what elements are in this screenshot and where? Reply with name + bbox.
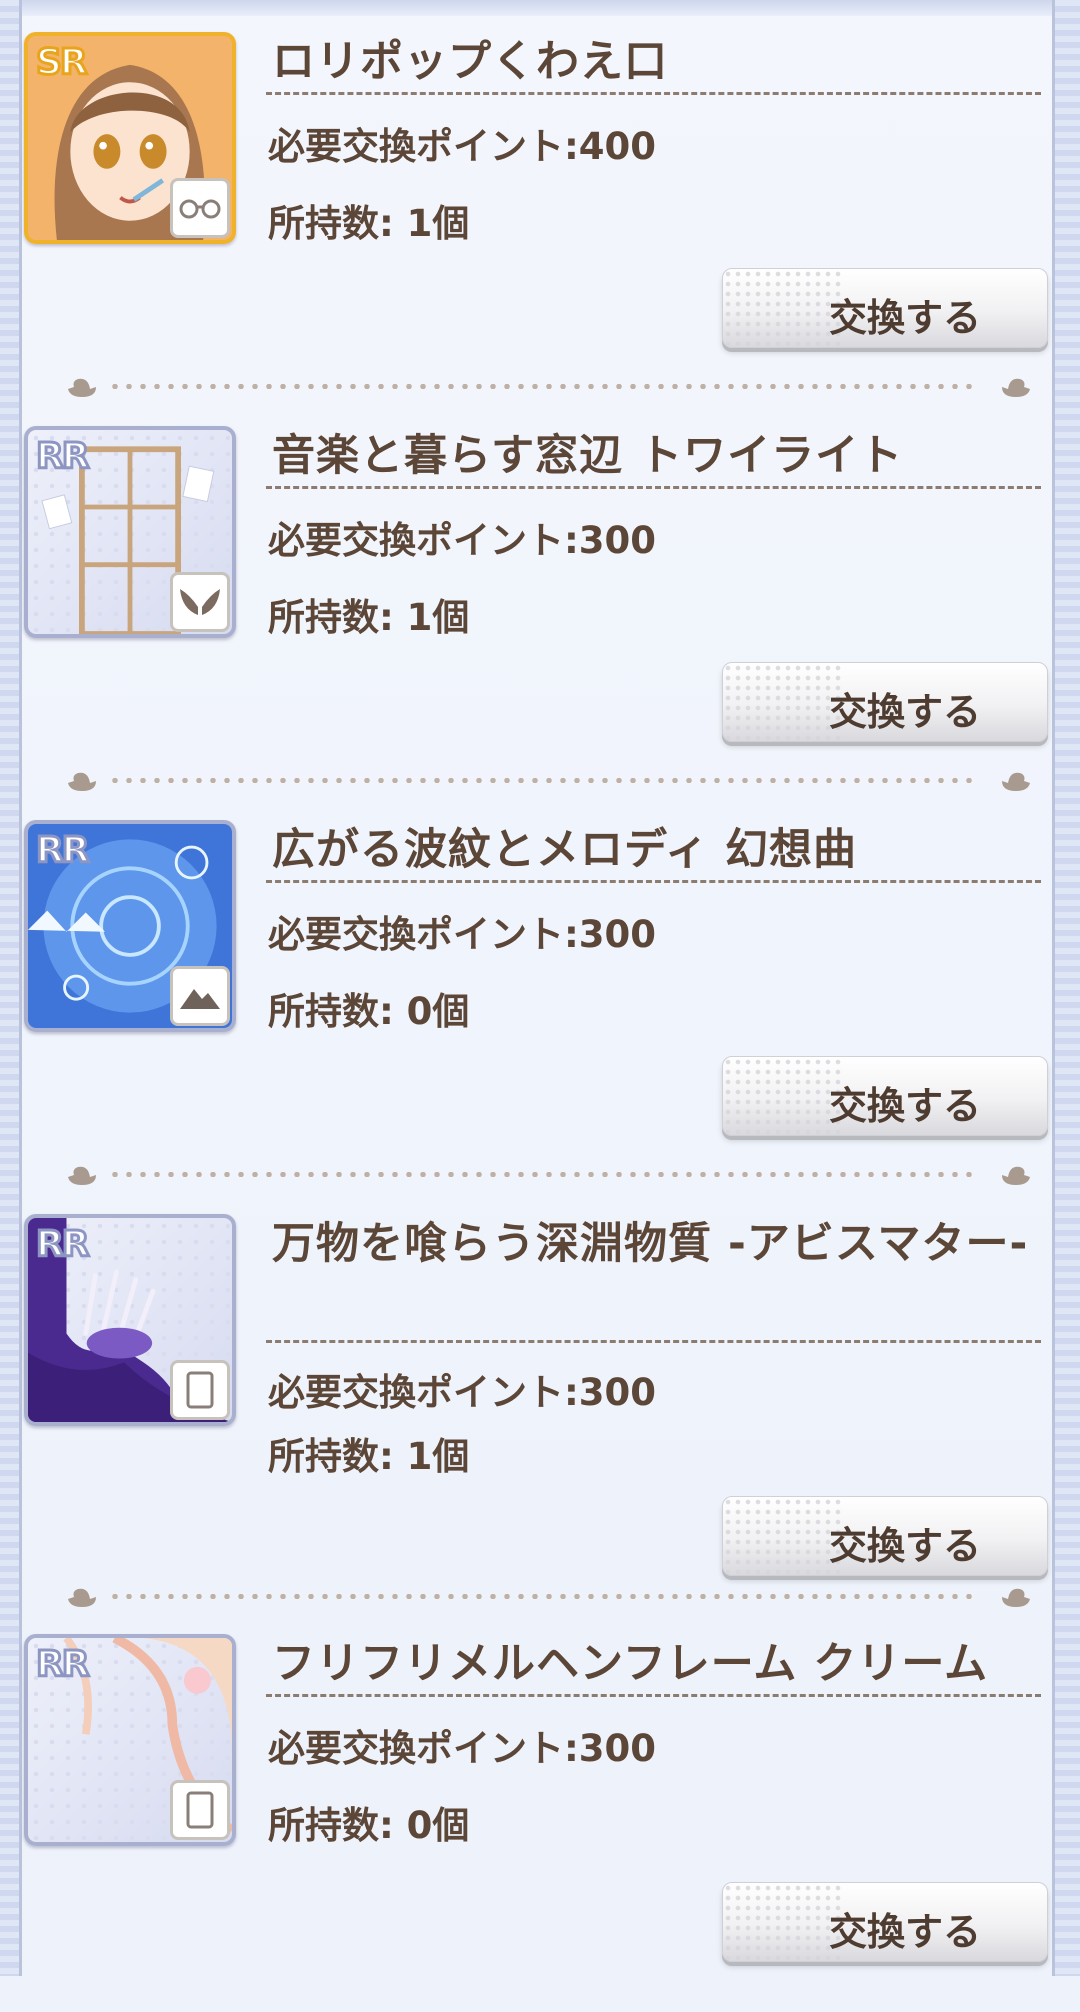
item-divider [44,1159,1044,1189]
owned-count: 所持数: 1個 [268,202,470,245]
exchange-button[interactable]: 交換する [722,1882,1048,1962]
item-thumbnail[interactable]: SR [24,32,236,244]
exchange-button[interactable]: 交換する [722,662,1048,742]
glasses-icon [170,178,230,238]
list-item: SR ロリポップくわえ口 必要交換ポイント:400 所持数: 1個 交換する [22,16,1052,410]
owned-count: 所持数: 1個 [268,1435,470,1478]
left-frame-rail [0,0,22,1976]
item-name: ロリポップくわえ口 [272,37,668,87]
item-name: 音楽と暮らす窓辺 トワイライト [272,431,904,481]
duck-icon [68,378,96,397]
name-divider [266,1694,1041,1697]
rarity-badge: SR [35,41,90,85]
item-thumbnail[interactable]: RR [24,1214,236,1426]
duck-icon [1002,1166,1030,1185]
item-thumbnail[interactable]: RR [24,820,236,1032]
exchange-button-label: 交換する [828,1524,981,1568]
rarity-badge: RR [34,1223,90,1267]
exchange-button-label: 交換する [828,1910,981,1954]
owned-count: 所持数: 0個 [268,1804,470,1847]
mountain-icon [170,966,230,1026]
duck-icon [68,772,96,791]
list-item: RR 音楽と暮らす窓辺 トワイライト 必要交換ポイント:300 所持数: 1個 … [22,410,1052,804]
rarity-badge: RR [34,829,90,873]
required-points: 必要交換ポイント:300 [268,1371,657,1414]
owned-count: 所持数: 1個 [268,596,470,639]
frame-icon [170,1780,230,1840]
required-points: 必要交換ポイント:300 [268,913,657,956]
duck-icon [68,1166,96,1185]
item-name: 広がる波紋とメロディ 幻想曲 [272,825,857,875]
duck-icon [68,1588,96,1607]
required-points: 必要交換ポイント:400 [268,125,657,168]
duck-icon [1002,772,1030,791]
list-item: RR 広がる波紋とメロディ 幻想曲 必要交換ポイント:300 所持数: 0個 交… [22,804,1052,1198]
item-name: フリフリメルヘンフレーム クリーム [272,1639,989,1689]
required-points: 必要交換ポイント:300 [268,1727,657,1770]
duck-icon [1002,378,1030,397]
exchange-button[interactable]: 交換する [722,268,1048,348]
item-divider [44,765,1044,795]
list-item: RR フリフリメルヘンフレーム クリーム 必要交換ポイント:300 所持数: 0… [22,1618,1052,2012]
owned-count: 所持数: 0個 [268,990,470,1033]
rarity-badge: RR [34,1643,90,1687]
list-item: RR 万物を喰らう深淵物質 -アビスマター- 必要交換ポイント:300 所持数:… [22,1198,1052,1592]
name-divider [266,92,1041,95]
exchange-button[interactable]: 交換する [722,1056,1048,1136]
exchange-button-label: 交換する [828,296,981,340]
item-name: 万物を喰らう深淵物質 -アビスマター- [272,1219,1029,1269]
exchange-button-label: 交換する [828,690,981,734]
item-divider [44,1581,1044,1611]
right-frame-rail [1052,0,1080,1976]
item-thumbnail[interactable]: RR [24,1634,236,1846]
exchange-button-label: 交換する [828,1084,981,1128]
name-divider [266,880,1041,883]
item-thumbnail[interactable]: RR [24,426,236,638]
name-divider [266,1340,1041,1343]
name-divider [266,486,1041,489]
exchange-list[interactable]: SR ロリポップくわえ口 必要交換ポイント:400 所持数: 1個 交換する R… [22,16,1052,1976]
item-divider [44,371,1044,401]
frame-icon [170,1360,230,1420]
wings-icon [170,572,230,632]
duck-icon [1002,1588,1030,1607]
required-points: 必要交換ポイント:300 [268,519,657,562]
exchange-button[interactable]: 交換する [722,1496,1048,1576]
rarity-badge: RR [34,435,90,479]
